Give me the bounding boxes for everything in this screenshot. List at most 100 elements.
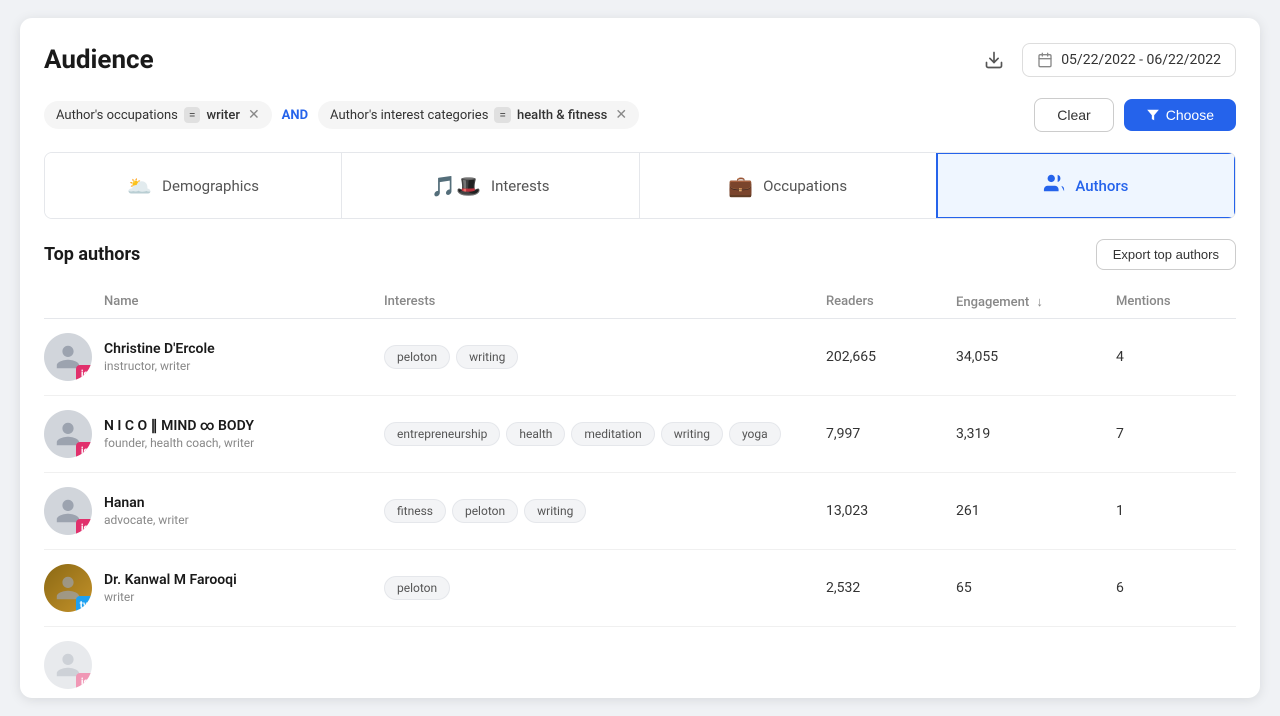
- choose-button[interactable]: Choose: [1124, 99, 1236, 131]
- tab-demographics-label: Demographics: [162, 177, 259, 195]
- platform-badge-4: tw: [76, 596, 92, 612]
- readers-3: 13,023: [826, 503, 956, 519]
- filter-value-2: health & fitness: [517, 108, 607, 123]
- author-info-1: Christine D'Ercole instructor, writer: [104, 341, 384, 373]
- filter-label-1: Author's occupations: [56, 108, 178, 123]
- occupations-icon: 💼: [728, 174, 753, 198]
- interests-icon: 🎵🎩: [431, 174, 481, 198]
- table-row: tw Dr. Kanwal M Farooqi writer peloton 2…: [44, 550, 1236, 627]
- filter-label-2: Author's interest categories: [330, 108, 488, 123]
- interest-tag: peloton: [384, 576, 450, 600]
- table-row: ig Hanan advocate, writer fitness peloto…: [44, 473, 1236, 550]
- mentions-1: 4: [1116, 349, 1236, 365]
- interest-tag: health: [506, 422, 565, 446]
- author-name-3: Hanan: [104, 495, 384, 511]
- author-info-2: N I C O ∥ MIND ∞ BODY founder, health co…: [104, 418, 384, 450]
- interest-tag: entrepreneurship: [384, 422, 500, 446]
- authors-table: Name Interests Readers Engagement ↓ Ment…: [44, 286, 1236, 693]
- filter-chip-occupations: Author's occupations = writer ✕: [44, 101, 272, 129]
- tab-interests[interactable]: 🎵🎩 Interests: [342, 153, 639, 218]
- header-actions: 05/22/2022 - 06/22/2022: [976, 42, 1236, 78]
- tab-authors[interactable]: Authors: [936, 152, 1236, 219]
- filter-close-2[interactable]: ✕: [615, 107, 627, 123]
- filter-value-1: writer: [206, 108, 239, 123]
- mentions-2: 7: [1116, 426, 1236, 442]
- sort-icon: ↓: [1036, 295, 1043, 310]
- download-icon[interactable]: [976, 42, 1012, 78]
- col-avatar: [44, 294, 104, 310]
- col-name: Name: [104, 294, 384, 310]
- authors-icon: [1043, 172, 1065, 199]
- author-avatar-2: ig: [44, 410, 104, 458]
- interests-3: fitness peloton writing: [384, 499, 826, 523]
- author-avatar-5: ig: [44, 641, 104, 689]
- engagement-1: 34,055: [956, 349, 1116, 365]
- demographics-icon: 🌥️: [127, 174, 152, 198]
- author-avatar-3: ig: [44, 487, 104, 535]
- engagement-3: 261: [956, 503, 1116, 519]
- interests-1: peloton writing: [384, 345, 826, 369]
- interest-tag: peloton: [452, 499, 518, 523]
- tab-interests-label: Interests: [491, 177, 550, 195]
- author-name-4: Dr. Kanwal M Farooqi: [104, 572, 384, 588]
- readers-2: 7,997: [826, 426, 956, 442]
- interest-tag: peloton: [384, 345, 450, 369]
- col-interests: Interests: [384, 294, 826, 310]
- page-header: Audience 05/22/2022 - 06/22/2022: [44, 42, 1236, 78]
- interest-tag: meditation: [571, 422, 654, 446]
- platform-badge-3: ig: [76, 519, 92, 535]
- author-avatar-4: tw: [44, 564, 104, 612]
- interests-2: entrepreneurship health meditation writi…: [384, 422, 826, 446]
- author-subtitle-3: advocate, writer: [104, 513, 384, 527]
- author-name-2: N I C O ∥ MIND ∞ BODY: [104, 418, 384, 434]
- platform-badge-1: ig: [76, 365, 92, 381]
- author-subtitle-4: writer: [104, 590, 384, 604]
- tab-occupations[interactable]: 💼 Occupations: [640, 153, 937, 218]
- filter-operator-1: =: [184, 107, 201, 123]
- author-subtitle-1: instructor, writer: [104, 359, 384, 373]
- interest-tag: writing: [456, 345, 518, 369]
- col-readers: Readers: [826, 294, 956, 310]
- platform-badge-2: ig: [76, 442, 92, 458]
- author-name-1: Christine D'Ercole: [104, 341, 384, 357]
- table-row: ig N I C O ∥ MIND ∞ BODY founder, health…: [44, 396, 1236, 473]
- interest-tag: writing: [661, 422, 723, 446]
- readers-4: 2,532: [826, 580, 956, 596]
- author-subtitle-2: founder, health coach, writer: [104, 436, 384, 450]
- platform-badge-5: ig: [76, 673, 92, 689]
- author-avatar-1: ig: [44, 333, 104, 381]
- section-title: Top authors: [44, 244, 140, 265]
- author-info-3: Hanan advocate, writer: [104, 495, 384, 527]
- engagement-2: 3,319: [956, 426, 1116, 442]
- interest-tag: yoga: [729, 422, 781, 446]
- table-header: Name Interests Readers Engagement ↓ Ment…: [44, 286, 1236, 319]
- mentions-4: 6: [1116, 580, 1236, 596]
- tab-occupations-label: Occupations: [763, 177, 847, 195]
- table-row-partial: ig: [44, 627, 1236, 693]
- filter-actions: Clear Choose: [1034, 98, 1236, 132]
- author-info-4: Dr. Kanwal M Farooqi writer: [104, 572, 384, 604]
- filter-bar: Author's occupations = writer ✕ AND Auth…: [44, 98, 1236, 132]
- interest-tag: fitness: [384, 499, 446, 523]
- clear-button[interactable]: Clear: [1034, 98, 1113, 132]
- interests-4: peloton: [384, 576, 826, 600]
- main-card: Audience 05/22/2022 - 06/22/2022: [20, 18, 1260, 698]
- tab-authors-label: Authors: [1075, 177, 1128, 195]
- col-engagement: Engagement ↓: [956, 294, 1116, 310]
- export-button[interactable]: Export top authors: [1096, 239, 1236, 270]
- interest-tag: writing: [524, 499, 586, 523]
- date-range-picker[interactable]: 05/22/2022 - 06/22/2022: [1022, 43, 1236, 77]
- section-header: Top authors Export top authors: [44, 239, 1236, 270]
- and-operator: AND: [282, 108, 308, 123]
- page-title: Audience: [44, 45, 154, 75]
- date-range-value: 05/22/2022 - 06/22/2022: [1061, 52, 1221, 68]
- tab-demographics[interactable]: 🌥️ Demographics: [45, 153, 342, 218]
- choose-label: Choose: [1166, 107, 1214, 123]
- engagement-4: 65: [956, 580, 1116, 596]
- col-mentions: Mentions: [1116, 294, 1236, 310]
- filter-icon: [1146, 108, 1160, 122]
- table-row: ig Christine D'Ercole instructor, writer…: [44, 319, 1236, 396]
- filter-chip-interests: Author's interest categories = health & …: [318, 101, 639, 129]
- filter-operator-2: =: [494, 107, 511, 123]
- filter-close-1[interactable]: ✕: [248, 107, 260, 123]
